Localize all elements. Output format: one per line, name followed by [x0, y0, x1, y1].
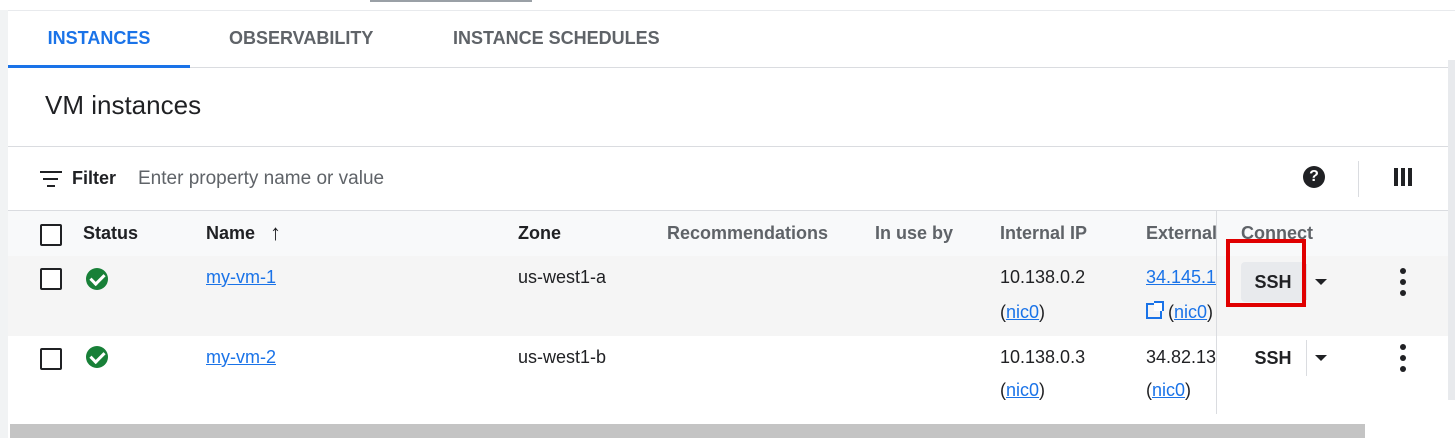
header-recommendations[interactable]: Recommendations — [667, 223, 828, 244]
horizontal-scrollbar[interactable] — [10, 424, 1365, 438]
select-all-checkbox[interactable] — [40, 224, 62, 246]
row-checkbox[interactable] — [40, 268, 62, 290]
header-name[interactable]: Name — [206, 223, 255, 244]
table-row[interactable]: my-vm-2 us-west1-b 10.138.0.3 (nic0) 34.… — [8, 336, 1455, 415]
header-in-use-by[interactable]: In use by — [875, 223, 953, 244]
sort-ascending-icon[interactable]: ↑ — [270, 220, 281, 246]
instance-name-link[interactable]: my-vm-1 — [206, 267, 276, 288]
external-nic-link[interactable]: nic0 — [1152, 380, 1185, 400]
ssh-dropdown-arrow-icon[interactable] — [1315, 279, 1327, 285]
external-nic-link[interactable]: nic0 — [1174, 302, 1207, 322]
header-status[interactable]: Status — [83, 223, 138, 244]
column-display-options-icon[interactable] — [1394, 168, 1414, 186]
tab-observability[interactable]: OBSERVABILITY — [229, 10, 373, 67]
instance-name-link[interactable]: my-vm-2 — [206, 347, 276, 368]
internal-nic: (nic0) — [1000, 380, 1046, 400]
connect-column-divider — [1216, 210, 1217, 414]
top-nub — [370, 0, 532, 2]
filter-input[interactable] — [138, 165, 738, 193]
header-zone[interactable]: Zone — [518, 223, 561, 244]
ssh-split-divider — [1306, 264, 1307, 300]
header-internal-ip[interactable]: Internal IP — [1000, 223, 1087, 244]
zone-value: us-west1-b — [518, 347, 607, 367]
external-ip-value: 34.82.13 — [1146, 347, 1216, 367]
internal-nic: (nic0) — [1000, 302, 1046, 322]
header-external-ip[interactable]: External — [1146, 223, 1216, 244]
filter-label[interactable]: Filter — [72, 168, 116, 189]
filter-icon[interactable] — [40, 171, 62, 187]
internal-nic-link[interactable]: nic0 — [1006, 302, 1039, 322]
zone-value: us-west1-a — [518, 267, 607, 287]
left-edge — [0, 10, 8, 438]
status-running-icon — [86, 268, 108, 290]
toolbar-divider — [1358, 161, 1359, 197]
internal-nic-link[interactable]: nic0 — [1006, 380, 1039, 400]
ssh-dropdown-arrow-icon[interactable] — [1315, 355, 1327, 361]
external-nic: (nic0) — [1146, 301, 1213, 323]
internal-ip-value: 10.138.0.2 — [1000, 267, 1086, 287]
internal-ip-value: 10.138.0.3 — [1000, 347, 1086, 367]
more-actions-icon[interactable] — [1400, 344, 1406, 372]
tab-instance-schedules[interactable]: INSTANCE SCHEDULES — [453, 10, 660, 67]
row-checkbox[interactable] — [40, 348, 62, 370]
tab-bar: INSTANCES OBSERVABILITY INSTANCE SCHEDUL… — [8, 10, 1455, 68]
vertical-scrollbar[interactable] — [1448, 60, 1455, 400]
ssh-highlight-box — [1226, 239, 1306, 307]
more-actions-icon[interactable] — [1400, 268, 1406, 296]
external-ip-link[interactable]: 34.145.1 — [1146, 267, 1216, 288]
status-running-icon — [86, 346, 108, 368]
help-icon[interactable]: ? — [1303, 166, 1325, 188]
page-title: VM instances — [45, 90, 202, 120]
ssh-split-divider — [1306, 340, 1307, 376]
external-nic: (nic0) — [1146, 380, 1192, 400]
ssh-button[interactable]: SSH — [1241, 338, 1305, 378]
open-in-new-icon[interactable] — [1146, 301, 1164, 319]
tab-instances[interactable]: INSTANCES — [8, 10, 190, 68]
filter-bar: Filter ? — [8, 146, 1455, 211]
